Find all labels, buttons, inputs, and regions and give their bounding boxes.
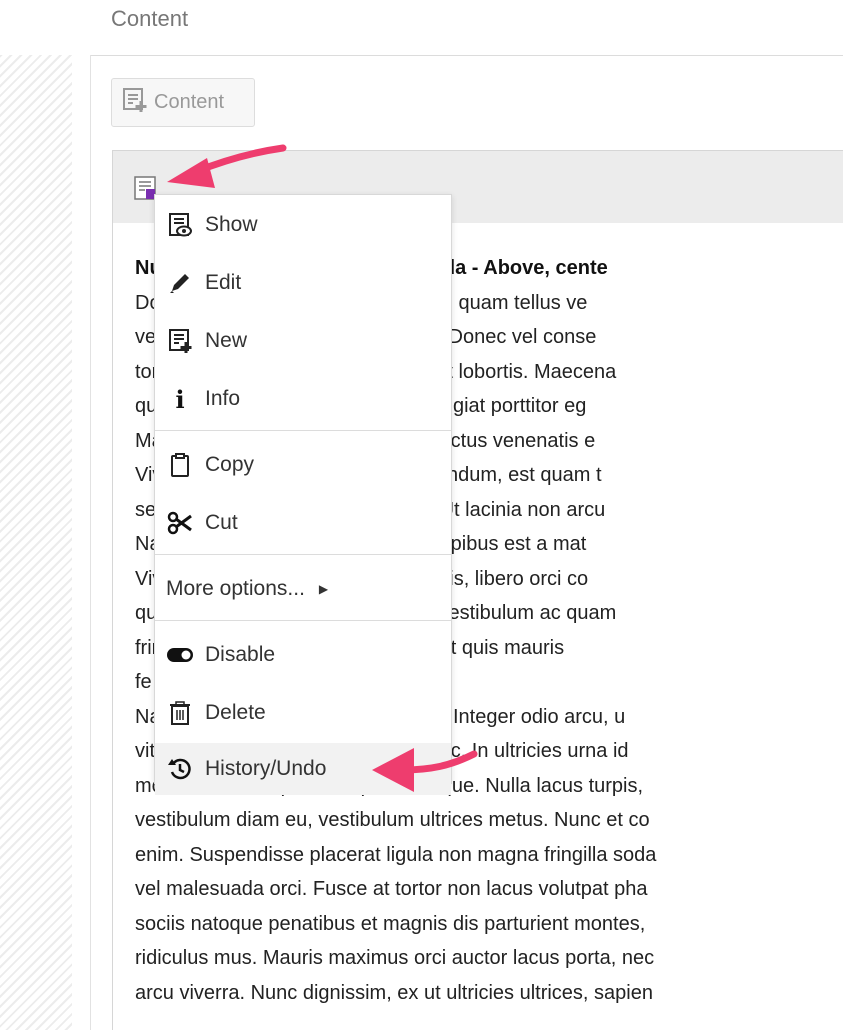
menu-item-show[interactable]: Show [155,199,451,251]
annotation-arrow-icon [167,144,287,188]
add-content-button[interactable]: Content [111,78,255,127]
scissors-icon [165,508,195,538]
column-border [90,55,91,1030]
body-line: enim. Suspendisse placerat ligula non ma… [135,843,657,866]
menu-item-cut[interactable]: Cut [155,497,451,549]
menu-item-new[interactable]: New [155,315,451,367]
menu-divider [155,620,451,621]
body-line: vestibulum diam eu, vestibulum ultrices … [135,809,650,831]
title-divider [90,55,843,56]
body-line: arcu viverra. Nunc dignissim, ex ut ultr… [135,981,653,1004]
show-icon [165,210,195,240]
menu-label-info: Info [205,387,241,410]
trash-icon [165,698,195,728]
menu-item-more-options[interactable]: More options... ▶ [155,563,462,615]
menu-label-copy: Copy [205,453,255,476]
new-content-icon [122,87,154,119]
menu-item-edit[interactable]: Edit [155,257,451,309]
history-icon [165,754,195,784]
menu-label-show: Show [205,213,258,236]
annotation-arrow-icon [372,748,478,792]
context-menu: Show Edit New i Info Copy Cut More optio… [154,194,452,795]
add-content-label: Content [154,91,225,113]
caret-right-icon: ▶ [318,582,329,596]
body-line: vel malesuada orci. Fusce at tortor non … [135,878,648,900]
menu-divider [155,554,451,555]
body-line: sociis natoque penatibus et magnis dis p… [135,912,646,935]
menu-divider [155,430,451,431]
new-content-icon [165,326,195,356]
pencil-icon [165,268,195,298]
info-icon: i [175,384,185,414]
menu-item-copy[interactable]: Copy [155,439,451,491]
side-hatch [0,55,72,1030]
menu-label-more: More options... [166,577,305,600]
menu-label-delete: Delete [205,701,266,724]
menu-label-cut: Cut [205,511,238,534]
page-title: Content [111,6,189,31]
toggle-icon [165,640,195,670]
menu-label-disable: Disable [205,643,276,666]
menu-item-disable[interactable]: Disable [155,629,451,681]
body-line: ridiculus mus. Mauris maximus orci aucto… [135,947,655,969]
menu-label-new: New [205,329,248,352]
menu-label-history: History/Undo [205,757,327,780]
clipboard-icon [165,450,195,480]
menu-label-edit: Edit [205,271,242,294]
menu-item-info[interactable]: i Info [155,373,451,425]
menu-item-delete[interactable]: Delete [155,687,451,739]
